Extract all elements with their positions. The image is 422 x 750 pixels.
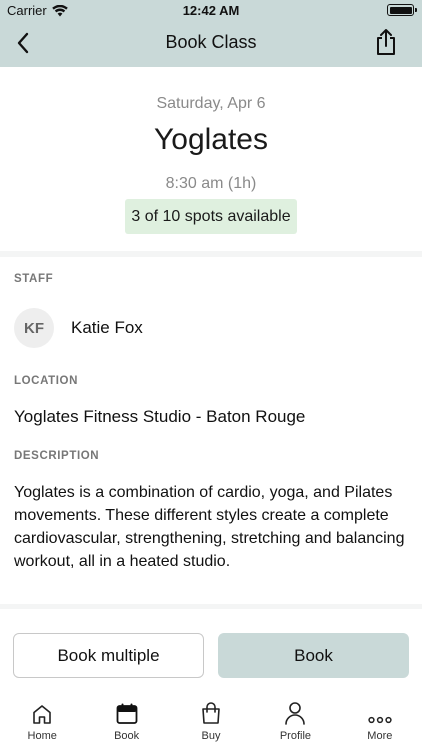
class-name: Yoglates [154, 123, 268, 156]
share-button[interactable] [370, 25, 402, 59]
location-value: Yoglates Fitness Studio - Baton Rouge [14, 407, 306, 426]
description-label: DESCRIPTION [14, 450, 100, 462]
book-button[interactable]: Book [218, 633, 409, 678]
page-title: Book Class [165, 32, 257, 52]
calendar-icon [116, 703, 138, 724]
more-dots-icon [368, 716, 392, 724]
tab-label: Home [27, 730, 57, 742]
location-label: LOCATION [14, 375, 78, 387]
class-summary: Saturday, Apr 6 Yoglates 8:30 am (1h) 3 … [0, 67, 422, 251]
shopping-bag-icon [202, 702, 220, 724]
book-multiple-button[interactable]: Book multiple [13, 633, 204, 678]
tab-more[interactable]: More [338, 697, 422, 750]
section-divider [0, 251, 422, 257]
spots-badge: 3 of 10 spots available [125, 199, 297, 234]
tab-home[interactable]: Home [0, 697, 84, 750]
status-time: 12:42 AM [182, 3, 240, 18]
class-time: 8:30 am (1h) [165, 175, 257, 192]
description-text: Yoglates is a combination of cardio, yog… [14, 484, 405, 570]
staff-row[interactable]: KF Katie Fox [14, 308, 143, 348]
tab-profile[interactable]: Profile [253, 697, 337, 750]
nav-bar: Book Class [0, 20, 422, 67]
tab-buy[interactable]: Buy [169, 697, 253, 750]
tab-label: Profile [279, 730, 312, 742]
person-icon [285, 702, 306, 725]
tab-bar: Home Book Buy Profile More [0, 697, 422, 750]
share-icon [377, 29, 395, 55]
tab-label: Buy [201, 730, 221, 742]
tab-label: Book [114, 730, 140, 742]
status-bar: Carrier 12:42 AM [0, 0, 422, 20]
avatar: KF [14, 308, 54, 348]
staff-label: STAFF [14, 273, 54, 285]
back-button[interactable] [6, 26, 40, 60]
tab-book[interactable]: Book [84, 697, 168, 750]
home-icon [33, 705, 52, 724]
class-date: Saturday, Apr 6 [156, 95, 266, 112]
staff-name: Katie Fox [71, 318, 143, 337]
tab-label: More [367, 730, 393, 742]
chevron-left-icon [17, 32, 29, 54]
header: Carrier 12:42 AM Book Class [0, 0, 422, 67]
battery-icon [387, 4, 417, 16]
section-divider [0, 604, 422, 609]
